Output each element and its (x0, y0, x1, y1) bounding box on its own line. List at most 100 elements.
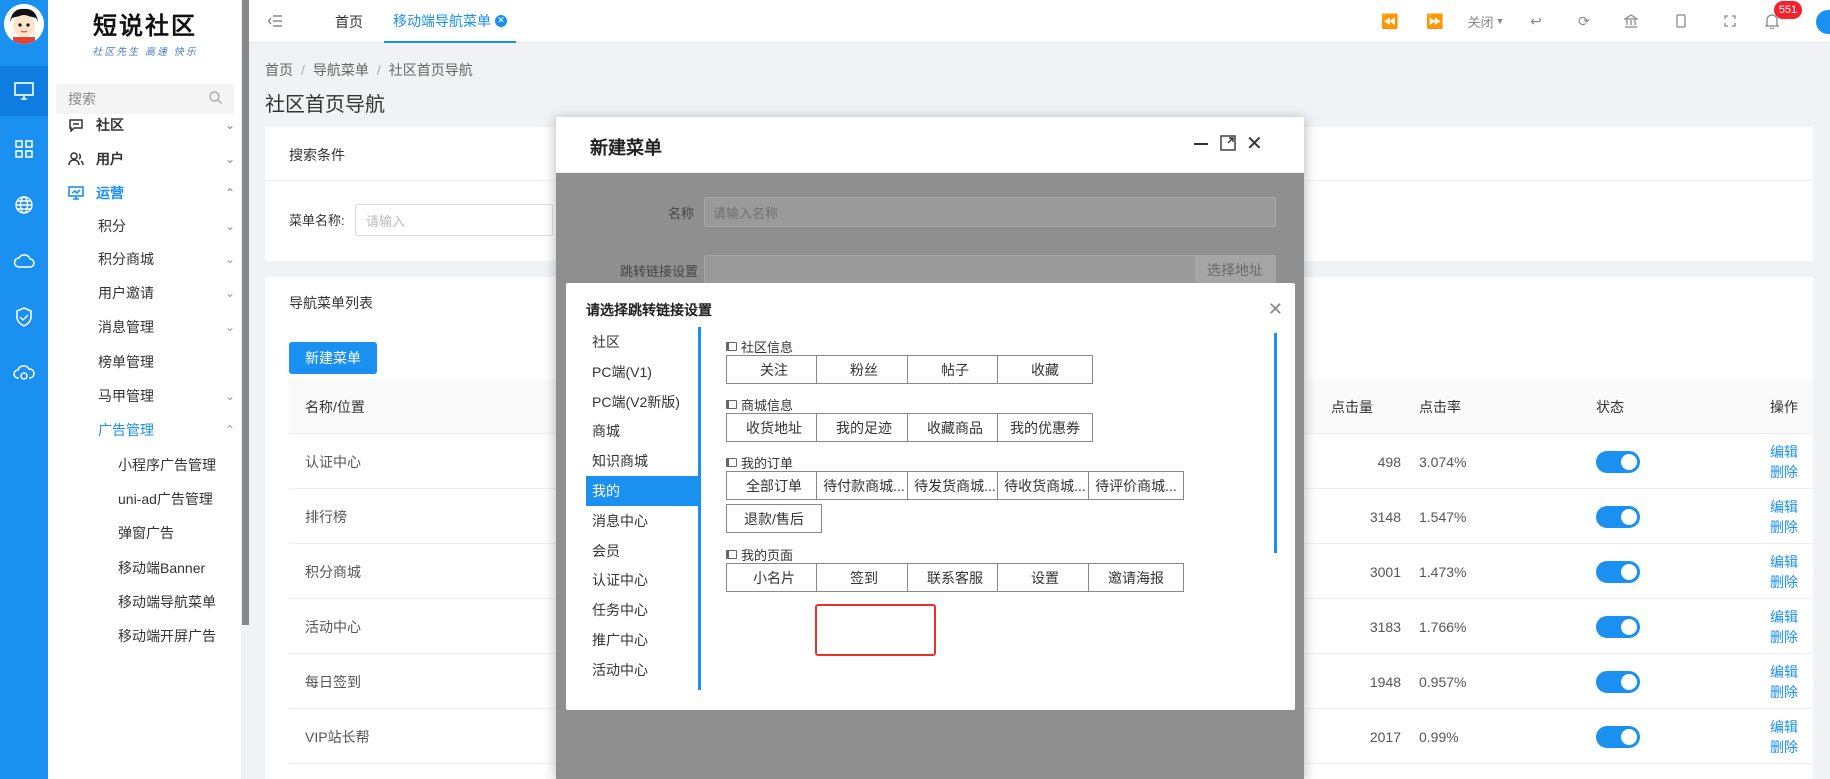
scroll-right-icon[interactable]: ⏩ (1423, 10, 1447, 32)
sidebar-item-12[interactable]: 弹窗广告 (48, 513, 242, 553)
link-option-button[interactable]: 联系客服 (907, 563, 1003, 592)
highlight-box (815, 604, 936, 656)
desktop-icon[interactable] (0, 66, 48, 116)
row-clicks: 3001 (1369, 563, 1401, 580)
group-title: 我的订单 (726, 453, 793, 472)
sidebar-item-label: 移动端开屏广告 (118, 628, 216, 644)
link-option-button[interactable]: 收藏 (997, 355, 1093, 384)
link-option-button[interactable]: 收藏商品 (907, 413, 1003, 442)
link-option-button[interactable]: 收货地址 (726, 413, 822, 442)
link-option-button[interactable]: 我的优惠券 (997, 413, 1093, 442)
close-icon[interactable]: ✕ (1268, 299, 1283, 320)
select-address-button[interactable]: 选择地址 (1195, 256, 1275, 284)
status-toggle[interactable] (1596, 544, 1640, 599)
category-item[interactable]: 消息中心 (586, 506, 698, 536)
close-icon[interactable]: ✕ (1246, 131, 1263, 156)
link-option-button[interactable]: 邀请海报 (1088, 563, 1184, 592)
category-item[interactable]: 推广中心 (586, 625, 698, 655)
chevron-down-icon: ⌄ (224, 389, 236, 403)
menu-name-input[interactable]: 请输入 (355, 204, 553, 236)
close-menu-dropdown[interactable]: 关闭 ▼ (1464, 10, 1508, 32)
row-actions[interactable]: 编辑 删除 (1770, 709, 1813, 764)
status-toggle[interactable] (1596, 434, 1640, 489)
row-actions[interactable]: 编辑 删除 (1770, 434, 1813, 489)
category-item[interactable]: 认证中心 (586, 565, 698, 595)
link-option-button[interactable]: 粉丝 (816, 355, 912, 384)
link-options: 社区信息 关注 粉丝 帖子 收藏 商城信息 收货地址 我的足迹 收藏商品 我的优惠券 我的订单 全部订… (716, 327, 1276, 690)
refresh-icon[interactable]: ⟳ (1572, 10, 1596, 32)
breadcrumb-item[interactable]: 首页 (265, 62, 293, 78)
link-option-button[interactable]: 待付款商城... (816, 471, 912, 500)
sidebar-item-label: 积分 (98, 218, 126, 234)
link-option-button[interactable]: 帖子 (907, 355, 1003, 384)
top-header: 首页 移动端导航菜单 ✕ ⏪ ⏩ 关闭 ▼ ↩ ⟳ (249, 0, 1830, 43)
mobile-icon[interactable] (1669, 10, 1693, 32)
link-option-button[interactable]: 退款/售后 (726, 504, 822, 533)
category-item[interactable]: 会员 (586, 536, 698, 566)
category-item[interactable]: 商城 (586, 416, 698, 446)
new-menu-button[interactable]: 新建菜单 (289, 342, 377, 374)
row-actions[interactable]: 编辑 删除 (1770, 489, 1813, 544)
sidebar-scrollbar[interactable] (242, 0, 249, 625)
link-option-button[interactable]: 待评价商城... (1088, 471, 1184, 500)
globe-icon[interactable] (0, 180, 48, 230)
fullscreen-icon[interactable] (1718, 10, 1742, 32)
cloud-icon[interactable] (0, 236, 48, 286)
close-tab-icon[interactable]: ✕ (495, 14, 507, 27)
link-option-button[interactable]: 小名片 (726, 563, 822, 592)
status-toggle[interactable] (1596, 599, 1640, 654)
scroll-left-icon[interactable]: ⏪ (1378, 10, 1402, 32)
breadcrumb-item[interactable]: 导航菜单 (313, 62, 369, 78)
options-scrollbar[interactable] (1274, 333, 1277, 553)
row-actions[interactable]: 编辑 删除 (1770, 599, 1813, 654)
link-option-button[interactable]: 签到 (816, 563, 912, 592)
link-option-button[interactable]: 待收货商城... (997, 471, 1093, 500)
group-title: 商城信息 (726, 395, 793, 414)
grid-icon[interactable] (0, 124, 48, 174)
status-toggle[interactable] (1596, 709, 1640, 764)
sidebar-item-6[interactable]: 消息管理 ⌄ (48, 307, 242, 347)
tab-home[interactable]: 首页 (319, 0, 379, 43)
status-toggle[interactable] (1596, 654, 1640, 709)
search-card-title: 搜索条件 (289, 147, 345, 163)
link-input[interactable]: 选择地址 (704, 255, 1276, 285)
col-name: 名称/位置 (305, 398, 365, 415)
row-clicks: 1948 (1369, 673, 1401, 690)
user-avatar[interactable] (1816, 10, 1830, 34)
category-item[interactable]: 活动中心 (586, 655, 698, 685)
category-item[interactable]: 我的 (586, 476, 698, 506)
bank-icon[interactable] (1619, 10, 1643, 32)
logo-subtitle: 社区先生 高速 快乐 (92, 47, 198, 58)
maximize-icon[interactable] (1220, 135, 1236, 154)
collapse-menu-icon[interactable] (263, 10, 287, 32)
link-option-button[interactable]: 关注 (726, 355, 822, 384)
group-title-label: 商城信息 (741, 398, 794, 413)
chevron-down-icon: ⌄ (224, 320, 236, 334)
category-item[interactable]: 任务中心 (586, 595, 698, 625)
sidebar-item-9[interactable]: 广告管理 ⌃ (48, 410, 242, 450)
avatar[interactable] (4, 4, 44, 44)
category-item[interactable]: PC端(V1) (586, 357, 698, 387)
name-input[interactable]: 请输入名称 (704, 197, 1276, 227)
row-rate: 1.766% (1419, 618, 1467, 635)
link-option-button[interactable]: 待发货商城... (907, 471, 1003, 500)
sidebar-item-15[interactable]: 移动端开屏广告 (48, 616, 242, 656)
link-option-button[interactable]: 我的足迹 (816, 413, 912, 442)
link-option-button[interactable]: 设置 (997, 563, 1093, 592)
row-actions[interactable]: 编辑 删除 (1770, 544, 1813, 599)
category-item[interactable]: PC端(V2新版) (586, 387, 698, 417)
sidebar-menu: 短说社区 社区先生 高速 快乐 搜索 社区 ⌄ 用户 ⌄ 运营 ⌃ 积分 ⌄ 积分商城 ⌄ 用户邀请… (48, 0, 242, 779)
category-item[interactable]: 知识商城 (586, 446, 698, 476)
link-option-button[interactable]: 全部订单 (726, 471, 822, 500)
return-icon[interactable]: ↩ (1524, 10, 1548, 32)
shield-icon[interactable] (0, 292, 48, 342)
status-toggle[interactable] (1596, 489, 1640, 544)
row-actions[interactable]: 编辑 删除 (1770, 654, 1813, 709)
row-rate: 0.957% (1419, 673, 1467, 690)
cloud-sync-icon[interactable] (0, 348, 48, 398)
breadcrumb: 首页 / 导航菜单 / 社区首页导航 (265, 62, 473, 78)
minimize-icon[interactable] (1194, 135, 1212, 153)
link-select-dialog-title: 请选择跳转链接设置 (586, 302, 712, 318)
tab-current[interactable]: 移动端导航菜单 ✕ (384, 0, 516, 43)
category-item[interactable]: 社区 (586, 327, 698, 357)
